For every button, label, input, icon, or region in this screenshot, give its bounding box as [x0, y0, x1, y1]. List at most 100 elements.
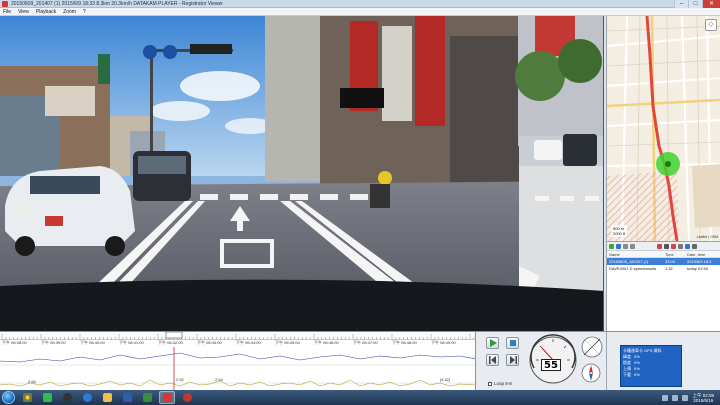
file-list-toolbar: [607, 242, 720, 251]
sensor-graph[interactable]: [0, 347, 476, 390]
column-name[interactable]: Name: [607, 252, 665, 257]
map-attribution[interactable]: Leaflet | OSM: [697, 235, 718, 239]
next-icon: [509, 356, 517, 364]
tick-label: 下午 06:48:00: [392, 340, 417, 345]
taskbar-app-chrome[interactable]: [19, 391, 35, 404]
speed-readout: 55: [541, 359, 561, 371]
graph-peak-label: 2.64: [215, 377, 223, 382]
timeline-ruler[interactable]: [0, 332, 476, 340]
close-list-icon[interactable]: [671, 243, 676, 249]
timeline-tick-labels: 下午 06:38:00 下午 06:39:00 下午 06:40:00 下午 0…: [0, 340, 475, 347]
tick-label: 下午 06:40:00: [80, 340, 105, 345]
next-button[interactable]: [506, 354, 519, 366]
tick-label: 下午 06:44:00: [236, 340, 261, 345]
ie-icon: [82, 393, 92, 402]
graph-peak-label: 2.52: [176, 377, 184, 382]
tick-label: 下午 06:47:00: [353, 340, 378, 345]
tick-label: 下午 06:46:00: [314, 340, 339, 345]
taskbar-app-player[interactable]: [159, 391, 175, 404]
tick-label: 下午 06:39:00: [41, 340, 66, 345]
word-icon: [122, 393, 132, 402]
gps-row-value: 0%: [634, 372, 640, 377]
taskbar-clock[interactable]: 上午 02:08 2015/6/16: [692, 393, 714, 403]
file-time: 1:32: [665, 266, 673, 271]
map-view[interactable]: [607, 16, 720, 241]
settings-icon[interactable]: [685, 243, 690, 249]
menu-file[interactable]: File: [3, 9, 11, 15]
start-button[interactable]: [2, 391, 15, 404]
menu-view[interactable]: View: [18, 9, 29, 15]
stop-icon: [509, 340, 516, 346]
loop-toggle[interactable]: Loop 6-8: [488, 381, 512, 386]
menu-help[interactable]: ?: [83, 9, 86, 15]
close-button[interactable]: ✕: [702, 0, 720, 8]
move-up-icon[interactable]: [623, 243, 628, 249]
move-down-icon[interactable]: [630, 243, 635, 249]
player-icon: [162, 393, 172, 402]
column-time[interactable]: Time: [665, 252, 687, 257]
map-scale: 500 m 2000 ft: [611, 225, 628, 237]
clock-time: 上午 02:08: [692, 392, 714, 398]
player-window: 20150609_201407 (1) 2015/6/9 18:33 8.3km…: [0, 0, 720, 405]
stop-button[interactable]: [506, 337, 519, 349]
network-icon[interactable]: [662, 394, 669, 401]
video-frame-image: [0, 16, 603, 331]
play-icon: [489, 339, 497, 347]
clock-date: 2015/6/16: [693, 397, 714, 403]
export-icon[interactable]: [678, 243, 683, 249]
play-button[interactable]: [486, 337, 499, 349]
file-list-header: Name Time Date, time: [607, 251, 720, 258]
open-folder-icon[interactable]: [616, 243, 621, 249]
list-icon[interactable]: [664, 243, 669, 249]
file-date: 2015/6/9 18:2: [687, 259, 712, 264]
gps-popup: 卡羅達車卡 GPS 資料 緯度 0% 經度 0% 上傳 0% 下載 0%: [620, 345, 682, 387]
graph-peak-label: 2.64: [28, 379, 36, 384]
volume-icon[interactable]: [672, 394, 679, 401]
add-file-icon[interactable]: [609, 243, 614, 249]
previous-button[interactable]: [486, 354, 499, 366]
taskbar-app-ie[interactable]: [79, 391, 95, 404]
map-layers-button[interactable]: ◇: [705, 19, 717, 31]
taskbar-app-excel[interactable]: [139, 391, 155, 404]
info-icon[interactable]: [692, 243, 697, 249]
title-bar: 20150609_201407 (1) 2015/6/9 18:33 8.3km…: [0, 0, 720, 8]
app-icon: [2, 0, 8, 7]
minimize-button[interactable]: –: [674, 0, 688, 8]
menu-playback[interactable]: Playback: [36, 9, 56, 15]
chrome-icon: [22, 393, 32, 402]
tick-label: 下午 06:49:00: [431, 340, 456, 345]
window-title: 20150609_201407 (1) 2015/6/9 18:33 8.3km…: [11, 0, 223, 7]
window-controls: – □ ✕: [674, 0, 720, 8]
graph-peak-label: [4.42]: [440, 377, 451, 382]
taskbar-app-other[interactable]: [179, 391, 195, 404]
gps-row-label: 下載: [623, 372, 631, 377]
file-row[interactable]: DAVE0001 D speedresults 1:32 today 01:54: [607, 265, 720, 272]
tick-label: 下午 06:42:00: [158, 340, 183, 345]
file-row[interactable]: 20150609_182207 (1) 33:00 2015/6/9 18:2: [607, 258, 720, 265]
media-icon: [62, 393, 72, 402]
file-time: 33:00: [665, 259, 676, 264]
compass-icon: [581, 363, 601, 383]
taskbar-app-line[interactable]: [39, 391, 55, 404]
delete-icon[interactable]: [657, 243, 662, 249]
file-name: 20150609_182207 (1): [609, 259, 649, 264]
menu-zoom[interactable]: Zoom: [63, 9, 76, 15]
tick-label: 下午 06:45:00: [275, 340, 300, 345]
timeline[interactable]: 下午 06:38:00 下午 06:39:00 下午 06:40:00 下午 0…: [0, 331, 476, 390]
flag-icon[interactable]: [682, 394, 689, 401]
video-view[interactable]: [0, 16, 604, 331]
taskbar: 上午 02:08 2015/6/16: [0, 390, 720, 405]
maximize-button[interactable]: □: [688, 0, 702, 8]
taskbar-app-explorer[interactable]: [99, 391, 115, 404]
system-tray: 上午 02:08 2015/6/16: [662, 393, 720, 403]
taskbar-app-media[interactable]: [59, 391, 75, 404]
gps-row: 下載 0%: [623, 372, 679, 378]
taskbar-app-word[interactable]: [119, 391, 135, 404]
folder-icon: [102, 393, 112, 402]
playhead-marker: [165, 332, 183, 339]
column-date[interactable]: Date, time: [687, 252, 719, 257]
file-list-panel: Name Time Date, time 20150609_182207 (1)…: [606, 241, 720, 331]
loop-checkbox[interactable]: [488, 381, 492, 386]
map-panel[interactable]: ◇ 500 m 2000 ft Leaflet | OSM: [606, 16, 720, 241]
excel-icon: [142, 393, 152, 402]
